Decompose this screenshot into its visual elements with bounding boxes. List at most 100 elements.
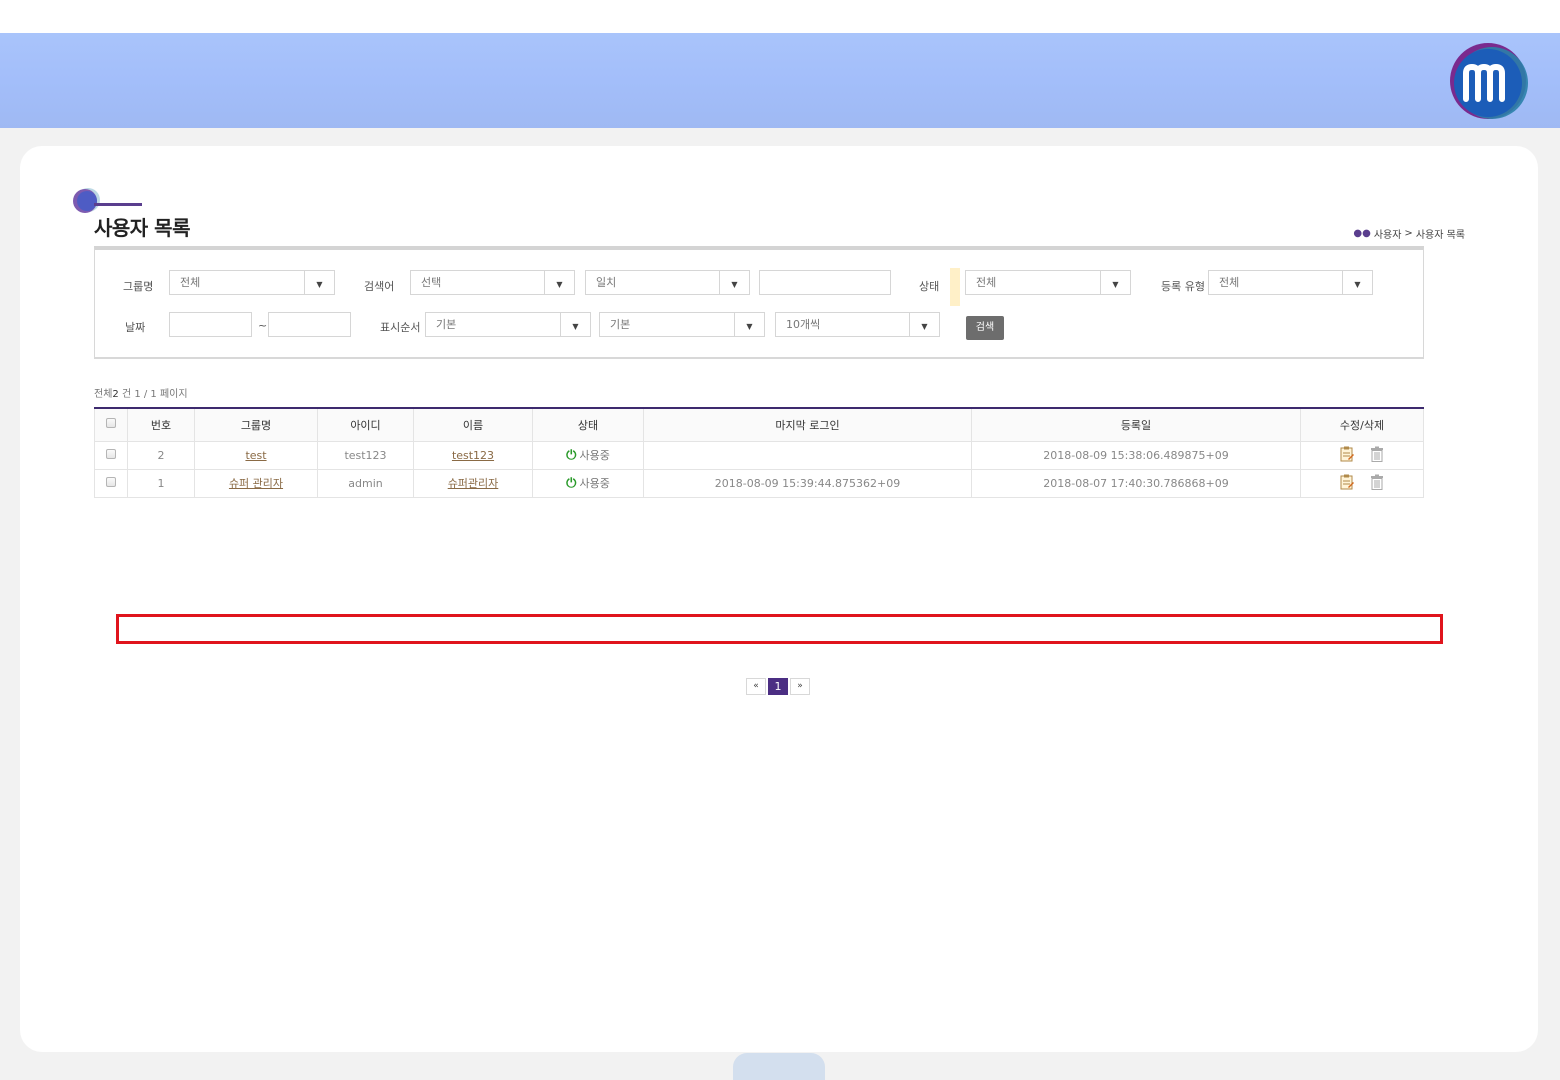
summary-suffix: 건 1 / 1 페이지 <box>121 389 188 400</box>
status-label: 상태 <box>919 280 940 293</box>
row-id: test123 <box>317 440 414 470</box>
header-select-all[interactable] <box>94 408 128 442</box>
chevron-down-icon: ▼ <box>734 313 764 336</box>
row-group-cell: 슈퍼 관리자 <box>194 468 318 498</box>
row-no: 2 <box>127 440 195 470</box>
row-actions <box>1300 468 1424 498</box>
trash-icon[interactable] <box>1370 474 1384 490</box>
row-last-login: 2018-08-09 15:39:44.875362+09 <box>643 468 972 498</box>
chevron-down-icon: ▼ <box>544 271 574 294</box>
table-header-row: 번호 그룹명 아이디 이름 상태 마지막 로그인 등록일 수정/삭제 <box>94 408 1424 442</box>
row-status: 사용중 <box>579 477 610 490</box>
keyword-input[interactable] <box>759 270 891 295</box>
match-select[interactable]: 일치 ▼ <box>585 270 750 295</box>
power-icon: ⏻ <box>566 447 577 463</box>
chevron-down-icon: ▼ <box>304 271 334 294</box>
table-row: 2 test test123 test123 ⏻ 사용중 2018-08-09 1… <box>94 440 1424 470</box>
row-name-link[interactable]: test123 <box>452 449 494 462</box>
row-name-cell: 슈퍼관리자 <box>413 468 533 498</box>
header-last-login: 마지막 로그인 <box>643 408 972 442</box>
row-name-link[interactable]: 슈퍼관리자 <box>448 477 499 490</box>
header-actions: 수정/삭제 <box>1300 408 1424 442</box>
header-banner <box>0 33 1560 128</box>
edit-icon[interactable] <box>1340 474 1354 490</box>
chevron-down-icon: ▼ <box>1100 271 1130 294</box>
last-page-button[interactable]: » <box>790 678 810 695</box>
regtype-label: 등록 유형 <box>1161 280 1205 293</box>
match-select-value: 일치 <box>596 276 617 289</box>
regtype-select[interactable]: 전체 ▼ <box>1208 270 1373 295</box>
first-page-button[interactable]: « <box>746 678 766 695</box>
search-button[interactable]: 검색 <box>966 316 1004 340</box>
row-group-link[interactable]: 슈퍼 관리자 <box>229 477 283 490</box>
row-registered: 2018-08-07 17:40:30.786868+09 <box>971 468 1301 498</box>
page-size-value: 10개씩 <box>786 318 821 331</box>
header-group: 그룹명 <box>194 408 318 442</box>
row-actions <box>1300 440 1424 470</box>
chevron-down-icon: ▼ <box>1342 271 1372 294</box>
trash-icon[interactable] <box>1370 446 1384 462</box>
people-icon: ●● <box>1353 228 1371 239</box>
edit-icon[interactable] <box>1340 446 1354 462</box>
select-all-checkbox[interactable] <box>106 418 116 429</box>
page-1-button[interactable]: 1 <box>768 678 788 695</box>
user-table: 번호 그룹명 아이디 이름 상태 마지막 로그인 등록일 수정/삭제 2 tes… <box>94 407 1424 498</box>
date-to-input[interactable] <box>268 312 351 337</box>
group-select-value: 전체 <box>180 276 201 289</box>
row-checkbox[interactable] <box>106 448 116 459</box>
keyword-label: 검색어 <box>364 280 395 293</box>
header-status: 상태 <box>532 408 644 442</box>
order-field-value: 기본 <box>436 318 457 331</box>
chevron-down-icon: ▼ <box>909 313 939 336</box>
group-label: 그룹명 <box>123 280 154 293</box>
chevron-down-icon: ▼ <box>719 271 749 294</box>
date-from-input[interactable] <box>169 312 252 337</box>
date-label: 날짜 <box>125 321 146 334</box>
status-select[interactable]: 전체 ▼ <box>965 270 1131 295</box>
header-id: 아이디 <box>317 408 414 442</box>
order-dir-value: 기본 <box>610 318 631 331</box>
row-group-link[interactable]: test <box>245 449 266 462</box>
breadcrumb-separator: > <box>1404 228 1413 239</box>
logo-m-icon[interactable] <box>1438 41 1532 125</box>
order-label: 표시순서 <box>380 321 421 334</box>
order-dir-select[interactable]: 기본 ▼ <box>599 312 765 337</box>
row-checkbox-cell[interactable] <box>94 440 128 470</box>
regtype-select-value: 전체 <box>1219 276 1240 289</box>
row-last-login <box>643 440 972 470</box>
order-field-select[interactable]: 기본 ▼ <box>425 312 591 337</box>
title-accent-bar <box>94 203 142 206</box>
row-no: 1 <box>127 468 195 498</box>
result-summary: 전체2 건 1 / 1 페이지 <box>94 385 188 400</box>
status-select-value: 전체 <box>976 276 997 289</box>
group-select[interactable]: 전체 ▼ <box>169 270 335 295</box>
page-title: 사용자 목록 <box>94 216 190 240</box>
keyword-field-select[interactable]: 선택 ▼ <box>410 270 575 295</box>
row-name-cell: test123 <box>413 440 533 470</box>
bottom-handle[interactable] <box>733 1053 825 1080</box>
summary-count: 2 <box>112 389 119 400</box>
row-registered: 2018-08-09 15:38:06.489875+09 <box>971 440 1301 470</box>
header-name: 이름 <box>413 408 533 442</box>
breadcrumb-root[interactable]: 사용자 <box>1374 226 1402 241</box>
row-status: 사용중 <box>579 449 610 462</box>
table-row: 1 슈퍼 관리자 admin 슈퍼관리자 ⏻ 사용중 2018-08-09 15:… <box>94 468 1424 498</box>
pagination: « 1 » <box>746 678 810 695</box>
row-id: admin <box>317 468 414 498</box>
row-status-cell: ⏻ 사용중 <box>532 440 644 470</box>
breadcrumb: ●● 사용자 > 사용자 목록 <box>1353 226 1465 241</box>
header-no: 번호 <box>127 408 195 442</box>
row-checkbox[interactable] <box>106 476 116 487</box>
breadcrumb-current[interactable]: 사용자 목록 <box>1416 226 1465 241</box>
row-highlight-box <box>116 614 1443 644</box>
power-icon: ⏻ <box>566 475 577 491</box>
chevron-down-icon: ▼ <box>560 313 590 336</box>
header-registered: 등록일 <box>971 408 1301 442</box>
row-status-cell: ⏻ 사용중 <box>532 468 644 498</box>
page-size-select[interactable]: 10개씩 ▼ <box>775 312 940 337</box>
date-separator: ~ <box>258 319 268 332</box>
summary-prefix: 전체 <box>94 389 113 400</box>
top-strip <box>0 0 1560 33</box>
keyword-field-value: 선택 <box>421 276 442 289</box>
row-checkbox-cell[interactable] <box>94 468 128 498</box>
